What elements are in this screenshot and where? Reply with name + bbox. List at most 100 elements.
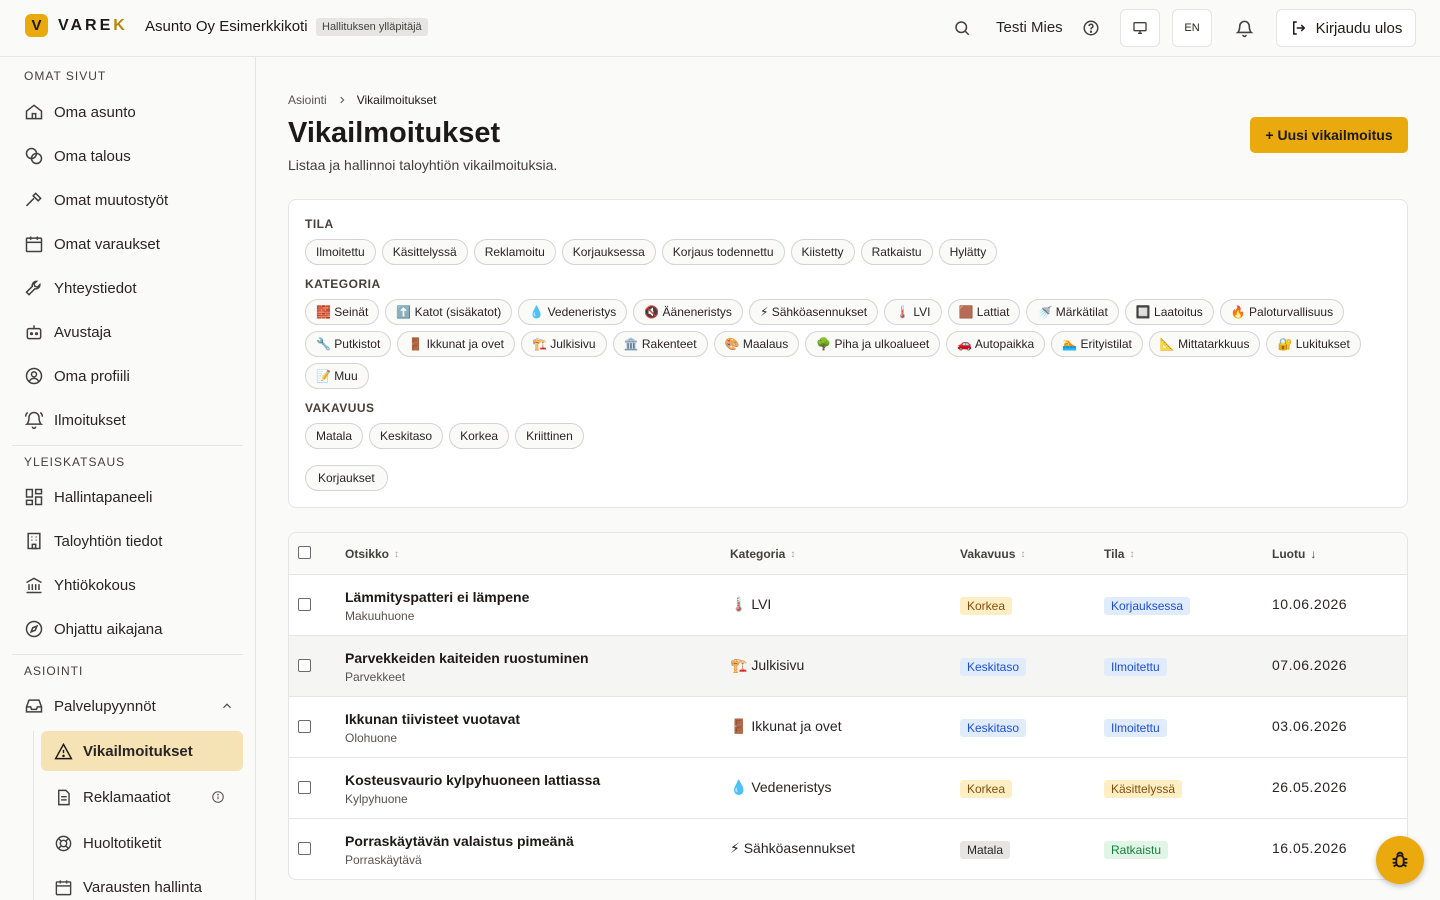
table-row[interactable]: Kosteusvaurio kylpyhuoneen lattiassa Kyl… — [289, 758, 1407, 819]
page-subtitle: Listaa ja hallinnoi taloyhtiön vikailmoi… — [288, 157, 558, 173]
column-header-title[interactable]: Otsikko ↕ — [345, 547, 399, 561]
sidebar-item-ilmoitukset[interactable]: Ilmoitukset — [24, 402, 244, 438]
filter-chip-status[interactable]: Korjaus todennettu — [661, 239, 785, 265]
sidebar-item-avustaja[interactable]: Avustaja — [24, 314, 244, 350]
display-mode-button[interactable] — [1120, 9, 1160, 47]
sidebar-item-yhtiokokous[interactable]: Yhtiökokous — [24, 567, 244, 603]
filter-chip-severity[interactable]: Keskitaso — [369, 423, 444, 449]
filter-chip-category[interactable]: ⬆️ Katot (sisäkatot) — [385, 299, 513, 325]
filter-chip-category[interactable]: 🏗️ Julkisivu — [520, 331, 607, 357]
new-fault-report-button[interactable]: + Uusi vikailmoitus — [1250, 117, 1408, 153]
sidebar-subitem-vikailmoitukset[interactable]: Vikailmoitukset — [41, 731, 243, 771]
row-checkbox[interactable] — [298, 598, 311, 611]
table-row[interactable]: Porraskäytävän valaistus pimeänä Porrask… — [289, 819, 1407, 879]
row-checkbox[interactable] — [298, 781, 311, 794]
filter-chip-repairs[interactable]: Korjaukset — [305, 465, 388, 491]
filter-chip-category[interactable]: 🔥 Paloturvallisuus — [1219, 299, 1345, 325]
bell-icon[interactable] — [1234, 18, 1254, 38]
user-name[interactable]: Testi Mies — [996, 19, 1063, 36]
sidebar-item-hallintapaneeli[interactable]: Hallintapaneeli — [24, 479, 244, 515]
filter-chip-category[interactable]: 📐 Mittatarkkuus — [1148, 331, 1261, 357]
breadcrumb-root[interactable]: Asiointi — [288, 93, 327, 107]
row-checkbox[interactable] — [298, 659, 311, 672]
filter-chip-status[interactable]: Reklamoitu — [473, 239, 556, 265]
filter-chip-category[interactable]: 🏛️ Rakenteet — [612, 331, 708, 357]
filter-chip-category[interactable]: 📝 Muu — [305, 363, 369, 389]
row-created-date: 10.06.2026 — [1272, 596, 1348, 612]
filter-label-severity: VAKAVUUS — [305, 401, 375, 415]
filter-chip-category[interactable]: 🔇 Ääneneristys — [633, 299, 743, 325]
row-created-date: 07.06.2026 — [1272, 657, 1348, 673]
column-header-category[interactable]: Kategoria ↕ — [730, 547, 795, 561]
column-header-severity[interactable]: Vakavuus ↕ — [960, 547, 1025, 561]
column-header-status[interactable]: Tila ↕ — [1104, 547, 1134, 561]
filter-chip-category[interactable]: 🌡️ LVI — [884, 299, 942, 325]
row-checkbox[interactable] — [298, 842, 311, 855]
sidebar-item-taloyhtion-tiedot[interactable]: Taloyhtiön tiedot — [24, 523, 244, 559]
filter-chip-category[interactable]: 🎨 Maalaus — [713, 331, 800, 357]
select-all-checkbox[interactable] — [298, 546, 311, 559]
monitor-icon — [1133, 22, 1147, 34]
sidebar-item-omat-muutostyot[interactable]: Omat muutostyöt — [24, 182, 244, 218]
severity-badge: Keskitaso — [960, 719, 1027, 737]
sidebar-item-oma-asunto[interactable]: Oma asunto — [24, 94, 244, 130]
filter-chip-status[interactable]: Kiistetty — [790, 239, 855, 265]
sidebar-item-oma-talous[interactable]: Oma talous — [24, 138, 244, 174]
row-created-date: 16.05.2026 — [1272, 840, 1348, 856]
divider — [12, 445, 243, 446]
divider — [12, 654, 243, 655]
filter-chip-category[interactable]: 🌳 Piha ja ulkoalueet — [805, 331, 941, 357]
sidebar-subitem-huoltotiketit[interactable]: Huoltotiketit — [41, 823, 243, 863]
filter-chip-status[interactable]: Korjauksessa — [561, 239, 656, 265]
bug-report-button[interactable] — [1376, 836, 1424, 884]
logo[interactable]: V VAREK — [25, 14, 128, 37]
sidebar-subitem-label: Reklamaatiot — [83, 788, 171, 806]
row-checkbox[interactable] — [298, 720, 311, 733]
filter-chip-status[interactable]: Ilmoitettu — [305, 239, 376, 265]
filter-chip-category[interactable]: 🏊 Erityistilat — [1051, 331, 1143, 357]
filter-chip-status[interactable]: Ratkaistu — [860, 239, 933, 265]
info-icon[interactable] — [211, 790, 225, 804]
filter-chip-severity[interactable]: Matala — [305, 423, 364, 449]
filter-chip-category[interactable]: 🧱 Seinät — [305, 299, 380, 325]
sort-icon: ↕ — [394, 548, 400, 560]
filter-chip-severity[interactable]: Korkea — [449, 423, 510, 449]
help-icon[interactable] — [1081, 18, 1101, 38]
filter-chip-status[interactable]: Käsittelyssä — [381, 239, 468, 265]
wrench-icon — [25, 280, 41, 296]
sidebar-subitem-reklamaatiot[interactable]: Reklamaatiot — [41, 777, 243, 817]
table-row[interactable]: Ikkunan tiivisteet vuotavat Olohuone 🚪 I… — [289, 697, 1407, 758]
filter-chip-category[interactable]: 🚪 Ikkunat ja ovet — [397, 331, 515, 357]
filter-chip-category[interactable]: 🚿 Märkätilat — [1026, 299, 1119, 325]
document-icon — [58, 789, 70, 805]
sidebar-item-omat-varaukset[interactable]: Omat varaukset — [24, 226, 244, 262]
category-chips: 🧱 Seinät ⬆️ Katot (sisäkatot) 💧 Vedeneri… — [305, 299, 1395, 389]
filter-chip-category[interactable]: 🔐 Lukitukset — [1266, 331, 1361, 357]
filter-chip-category[interactable]: 🚗 Autopaikka — [946, 331, 1046, 357]
filter-chip-category[interactable]: 🟫 Lattiat — [947, 299, 1021, 325]
filter-chip-severity[interactable]: Kriittinen — [515, 423, 584, 449]
row-title: Kosteusvaurio kylpyhuoneen lattiassa — [345, 772, 601, 788]
bot-icon — [26, 325, 42, 340]
chevron-up-icon — [223, 703, 231, 709]
filter-chip-category[interactable]: 🔲 Laatoitus — [1124, 299, 1214, 325]
table-row[interactable]: Parvekkeiden kaiteiden ruostuminen Parve… — [289, 636, 1407, 697]
sidebar-group-palvelupyynnot[interactable]: Palvelupyynnöt — [24, 688, 244, 724]
column-header-created[interactable]: Luotu ↓ — [1272, 547, 1316, 561]
search-icon[interactable] — [952, 18, 972, 38]
filter-chip-category[interactable]: 💧 Vedeneristys — [518, 299, 628, 325]
sidebar-subitem-varausten-hallinta[interactable]: Varausten hallinta — [41, 867, 243, 900]
table-row[interactable]: Lämmityspatteri ei lämpene Makuuhuone 🌡️… — [289, 575, 1407, 636]
section-own-pages: OMAT SIVUT — [24, 69, 107, 83]
filter-chip-status[interactable]: Hylätty — [938, 239, 998, 265]
filter-chip-category[interactable]: 🔧 Putkistot — [305, 331, 392, 357]
row-category: ⚡ Sähköasennukset — [730, 840, 856, 856]
sidebar-item-ohjattu-aikajana[interactable]: Ohjattu aikajana — [24, 611, 244, 647]
filter-chip-category[interactable]: ⚡ Sähköasennukset — [748, 299, 879, 325]
language-button[interactable]: EN — [1172, 9, 1212, 47]
logout-button[interactable]: Kirjaudu ulos — [1276, 9, 1416, 47]
sidebar-item-oma-profiili[interactable]: Oma profiili — [24, 358, 244, 394]
sidebar-group-label: Palvelupyynnöt — [54, 697, 156, 715]
sidebar-item-yhteystiedot[interactable]: Yhteystiedot — [24, 270, 244, 306]
sidebar-item-label: Hallintapaneeli — [54, 488, 153, 506]
